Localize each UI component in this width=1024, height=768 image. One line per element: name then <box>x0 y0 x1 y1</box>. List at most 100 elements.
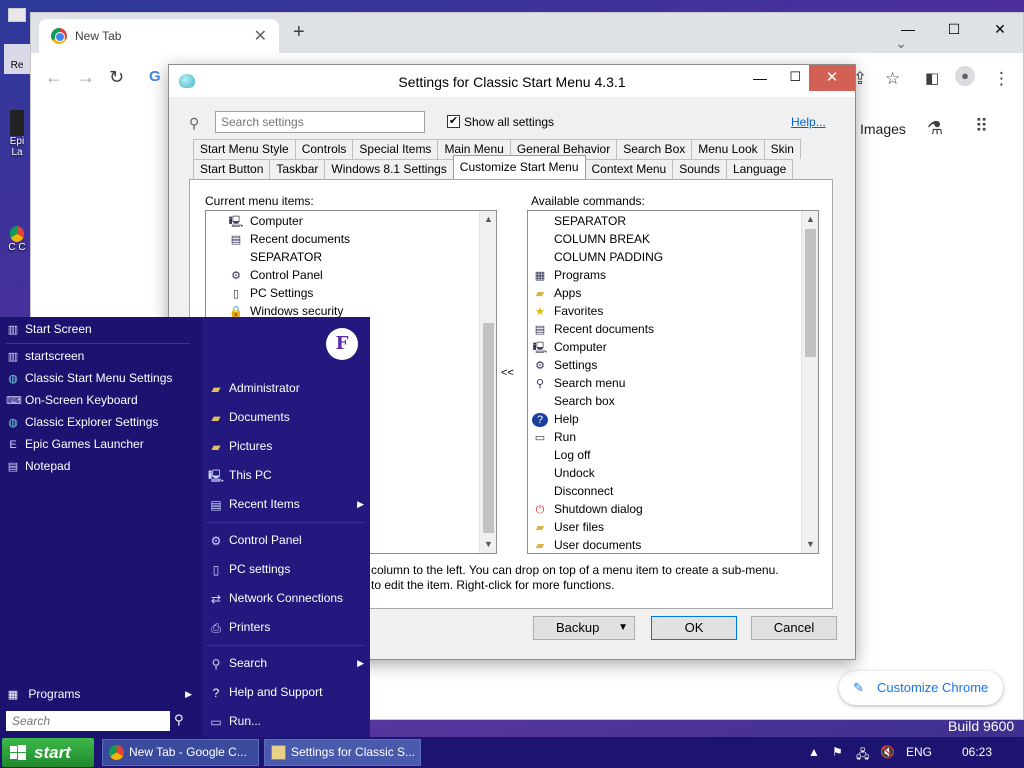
tab-customize-start-menu[interactable]: Customize Start Menu <box>452 155 586 179</box>
start-right-item[interactable]: ▯ PC settings <box>208 558 366 580</box>
tab-special-items[interactable]: Special Items <box>352 139 439 159</box>
action-center-flag-icon[interactable]: ⚑ <box>832 745 843 759</box>
language-indicator[interactable]: ENG <box>906 745 932 759</box>
tab-skin[interactable]: Skin <box>763 139 801 159</box>
available-item[interactable]: ▰ Apps <box>532 284 663 302</box>
available-item[interactable]: SEPARATOR <box>532 212 663 230</box>
clock[interactable]: 06:23 <box>962 745 992 759</box>
desktop-icon-re[interactable]: Re <box>4 44 30 74</box>
show-all-checkbox[interactable]: ✔ <box>447 115 460 128</box>
available-item[interactable]: COLUMN BREAK <box>532 230 663 248</box>
start-button[interactable]: start <box>2 738 94 767</box>
scroll-thumb[interactable] <box>805 229 816 357</box>
available-item[interactable]: ▤ Recent documents <box>532 320 663 338</box>
apps-grid-icon[interactable]: ⠿ <box>975 116 988 137</box>
new-tab-button[interactable]: + <box>293 21 305 44</box>
back-icon[interactable]: ← <box>45 67 63 88</box>
programs-menu-item[interactable]: ▦ Programs ▶ <box>6 684 192 704</box>
current-item[interactable]: ⚙ Control Panel <box>228 266 350 284</box>
desktop-icon-chrome[interactable]: C C <box>4 226 30 253</box>
start-left-item[interactable]: ▥ Start Screen <box>6 319 92 339</box>
start-left-item[interactable]: ▥ startscreen <box>6 346 85 366</box>
start-search-input[interactable] <box>6 711 170 731</box>
images-link[interactable]: Images <box>860 121 906 137</box>
tab-close-icon[interactable]: ✕ <box>254 26 267 46</box>
current-item[interactable]: 🖳 Computer <box>228 212 350 230</box>
current-item[interactable]: ▤ Recent documents <box>228 230 350 248</box>
move-left-button[interactable]: << <box>501 367 514 379</box>
close-button[interactable]: ✕ <box>977 13 1023 45</box>
available-item[interactable]: Undock <box>532 464 663 482</box>
start-left-item[interactable]: ⌨ On-Screen Keyboard <box>6 390 138 410</box>
search-icon[interactable]: ⚲ <box>174 712 184 728</box>
available-item[interactable]: 🖳 Computer <box>532 338 663 356</box>
user-avatar[interactable]: F <box>326 328 358 360</box>
reload-icon[interactable]: ↻ <box>109 67 124 88</box>
tab-sounds[interactable]: Sounds <box>672 159 727 179</box>
start-left-item[interactable]: ▤ Notepad <box>6 456 71 476</box>
dialog-titlebar[interactable]: Settings for Classic Start Menu 4.3.1 — … <box>169 65 855 97</box>
available-commands-list[interactable]: SEPARATOR COLUMN BREAK COLUMN PADDING ▦ Prog… <box>527 210 819 554</box>
start-right-item[interactable]: ▰ Pictures <box>208 435 366 457</box>
start-right-item[interactable]: ⎙ Printers <box>208 616 366 638</box>
start-right-item[interactable]: ⚙ Control Panel <box>208 529 366 551</box>
taskbar-chrome-button[interactable]: New Tab - Google C... <box>102 739 259 766</box>
menu-kebab-icon[interactable]: ⋮ <box>993 69 1010 89</box>
tab-windows-81-settings[interactable]: Windows 8.1 Settings <box>324 159 454 179</box>
scroll-up-icon[interactable]: ▲ <box>480 211 496 228</box>
customize-chrome-button[interactable]: ✎ Customize Chrome <box>839 671 1003 705</box>
available-item[interactable]: ▰ User files <box>532 518 663 536</box>
forward-icon[interactable]: → <box>77 67 95 88</box>
current-item[interactable]: ▯ PC Settings <box>228 284 350 302</box>
tray-overflow-icon[interactable]: ▲ <box>808 745 820 759</box>
tab-context-menu[interactable]: Context Menu <box>584 159 674 179</box>
maximize-button[interactable]: ☐ <box>931 13 977 45</box>
tab-menu-look[interactable]: Menu Look <box>691 139 765 159</box>
minimize-button[interactable]: — <box>885 13 931 45</box>
available-item[interactable]: ▦ Programs <box>532 266 663 284</box>
profile-avatar-icon[interactable]: ● <box>955 66 975 86</box>
tab-controls[interactable]: Controls <box>294 139 354 159</box>
ok-button[interactable]: OK <box>651 616 737 640</box>
available-list-scrollbar[interactable]: ▲ ▼ <box>801 211 818 553</box>
bookmark-star-icon[interactable]: ☆ <box>885 69 900 89</box>
start-right-item[interactable]: ⇄ Network Connections <box>208 587 366 609</box>
start-right-item[interactable]: ▰ Administrator <box>208 377 366 399</box>
network-icon[interactable]: 🖧 <box>856 745 869 766</box>
desktop-icon-epic[interactable]: Epi La <box>4 110 30 158</box>
backup-button[interactable]: Backup ▼ <box>533 616 635 640</box>
start-right-item[interactable]: ⚲ Search ▶ <box>208 652 366 674</box>
tab-search-box[interactable]: Search Box <box>616 139 693 159</box>
help-link[interactable]: Help... <box>791 115 826 129</box>
available-item[interactable]: ▭ Run <box>532 428 663 446</box>
start-left-item[interactable]: E Epic Games Launcher <box>6 434 143 454</box>
available-item[interactable]: ▰ User documents <box>532 536 663 553</box>
start-right-item[interactable]: 🖳 This PC <box>208 464 366 486</box>
scroll-down-icon[interactable]: ▼ <box>480 536 496 553</box>
tab-language[interactable]: Language <box>725 159 794 179</box>
start-right-item[interactable]: ▰ Documents <box>208 406 366 428</box>
available-item[interactable]: ⚙ Settings <box>532 356 663 374</box>
tab-new-tab[interactable]: New Tab ✕ <box>39 19 279 53</box>
available-item[interactable]: Log off <box>532 446 663 464</box>
available-item[interactable]: ⏻ Shutdown dialog <box>532 500 663 518</box>
scroll-thumb[interactable] <box>483 323 494 533</box>
labs-flask-icon[interactable]: ⚗ <box>927 118 943 139</box>
desktop-icon-recycle[interactable] <box>4 8 30 22</box>
available-item[interactable]: ★ Favorites <box>532 302 663 320</box>
current-item[interactable]: SEPARATOR <box>228 248 350 266</box>
taskbar-settings-button[interactable]: Settings for Classic S... <box>264 739 421 766</box>
tab-start-button[interactable]: Start Button <box>193 159 271 179</box>
tab-start-menu-style[interactable]: Start Menu Style <box>193 139 296 159</box>
scroll-down-icon[interactable]: ▼ <box>802 536 818 553</box>
dialog-close-button[interactable]: ✕ <box>809 65 855 91</box>
available-item[interactable]: ⚲ Search menu <box>532 374 663 392</box>
available-item[interactable]: Search box <box>532 392 663 410</box>
start-right-item[interactable]: ▭ Run... <box>208 710 366 732</box>
settings-search-input[interactable] <box>215 111 425 133</box>
start-left-item[interactable]: ◍ Classic Explorer Settings <box>6 412 158 432</box>
volume-muted-icon[interactable]: 🔇 <box>880 745 895 759</box>
tab-taskbar[interactable]: Taskbar <box>269 159 326 179</box>
side-panel-icon[interactable]: ◧ <box>925 69 939 87</box>
available-item[interactable]: ? Help <box>532 410 663 428</box>
